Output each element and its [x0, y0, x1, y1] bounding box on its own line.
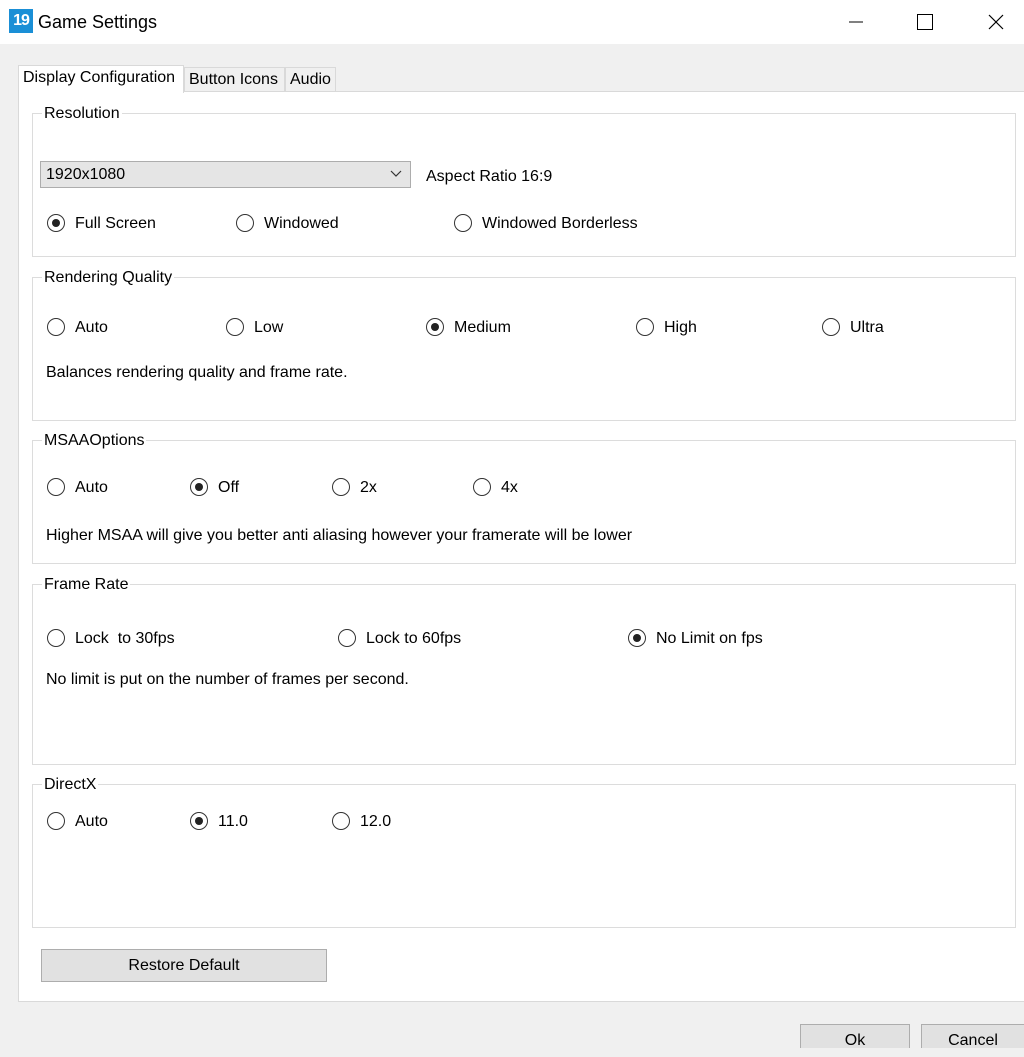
- resolution-select[interactable]: 1920x1080: [40, 161, 411, 188]
- radio-label: Windowed Borderless: [482, 215, 638, 232]
- tab-button-icons[interactable]: Button Icons: [184, 67, 285, 91]
- chevron-down-icon: [390, 170, 402, 177]
- minimize-icon: [849, 21, 863, 23]
- radio-label: Medium: [454, 319, 511, 336]
- radio-label: Auto: [75, 319, 108, 336]
- radio-label: 12.0: [360, 813, 392, 830]
- radio-label: Low: [254, 319, 284, 336]
- msaa-description: Higher MSAA will give you better anti al…: [46, 527, 633, 544]
- rendering-description: Balances rendering quality and frame rat…: [46, 364, 348, 381]
- tab-display-configuration[interactable]: Display Configuration: [18, 65, 184, 93]
- radio-indicator: [47, 629, 65, 647]
- window-title: Game Settings: [38, 12, 158, 32]
- radio-indicator: [47, 812, 65, 830]
- app-icon: 19: [9, 9, 33, 33]
- radio-label: 4x: [501, 479, 518, 496]
- radio-indicator: [473, 478, 491, 496]
- radio-label: Ultra: [850, 319, 884, 336]
- cancel-button[interactable]: Cancel: [921, 1024, 1024, 1049]
- maximize-button[interactable]: [901, 0, 947, 44]
- radio-indicator: [47, 478, 65, 496]
- radio-label: 11.0: [218, 813, 248, 830]
- radio-label: Auto: [75, 813, 108, 830]
- frame-rate-description: No limit is put on the number of frames …: [46, 671, 409, 688]
- msaa-legend: MSAAOptions: [42, 432, 147, 450]
- radio-indicator: [47, 214, 65, 232]
- directx-group: [32, 784, 1016, 928]
- radio-indicator: [636, 318, 654, 336]
- radio-label: No Limit on fps: [656, 630, 763, 647]
- radio-indicator: [332, 812, 350, 830]
- tab-audio[interactable]: Audio: [285, 67, 336, 91]
- close-icon: [988, 14, 1004, 30]
- directx-legend: DirectX: [42, 776, 99, 794]
- radio-indicator: [226, 318, 244, 336]
- resolution-select-value: 1920x1080: [46, 166, 126, 183]
- radio-indicator: [338, 629, 356, 647]
- aspect-ratio-label: Aspect Ratio 16:9: [426, 168, 553, 185]
- radio-indicator: [822, 318, 840, 336]
- title-bar: 19 Game Settings: [0, 0, 1024, 44]
- radio-label: Lock to 60fps: [366, 630, 462, 647]
- ok-button[interactable]: Ok: [800, 1024, 910, 1049]
- radio-label: Off: [218, 479, 240, 496]
- radio-indicator: [332, 478, 350, 496]
- close-button[interactable]: [972, 0, 1018, 44]
- radio-indicator: [628, 629, 646, 647]
- radio-label: 2x: [360, 479, 377, 496]
- radio-label: Auto: [75, 479, 108, 496]
- resolution-legend: Resolution: [42, 105, 122, 123]
- frame-rate-legend: Frame Rate: [42, 576, 131, 594]
- radio-indicator: [454, 214, 472, 232]
- restore-default-button[interactable]: Restore Default: [41, 949, 327, 982]
- radio-indicator: [190, 812, 208, 830]
- rendering-quality-legend: Rendering Quality: [42, 269, 175, 287]
- rendering-quality-group: [32, 277, 1016, 421]
- radio-indicator: [47, 318, 65, 336]
- radio-label: Lock to 30fps: [75, 630, 175, 647]
- radio-label: High: [664, 319, 697, 336]
- radio-indicator: [236, 214, 254, 232]
- radio-label: Windowed: [264, 215, 339, 232]
- radio-label: Full Screen: [75, 215, 156, 232]
- radio-indicator: [426, 318, 444, 336]
- maximize-icon: [917, 14, 933, 30]
- radio-indicator: [190, 478, 208, 496]
- minimize-button[interactable]: [832, 0, 878, 44]
